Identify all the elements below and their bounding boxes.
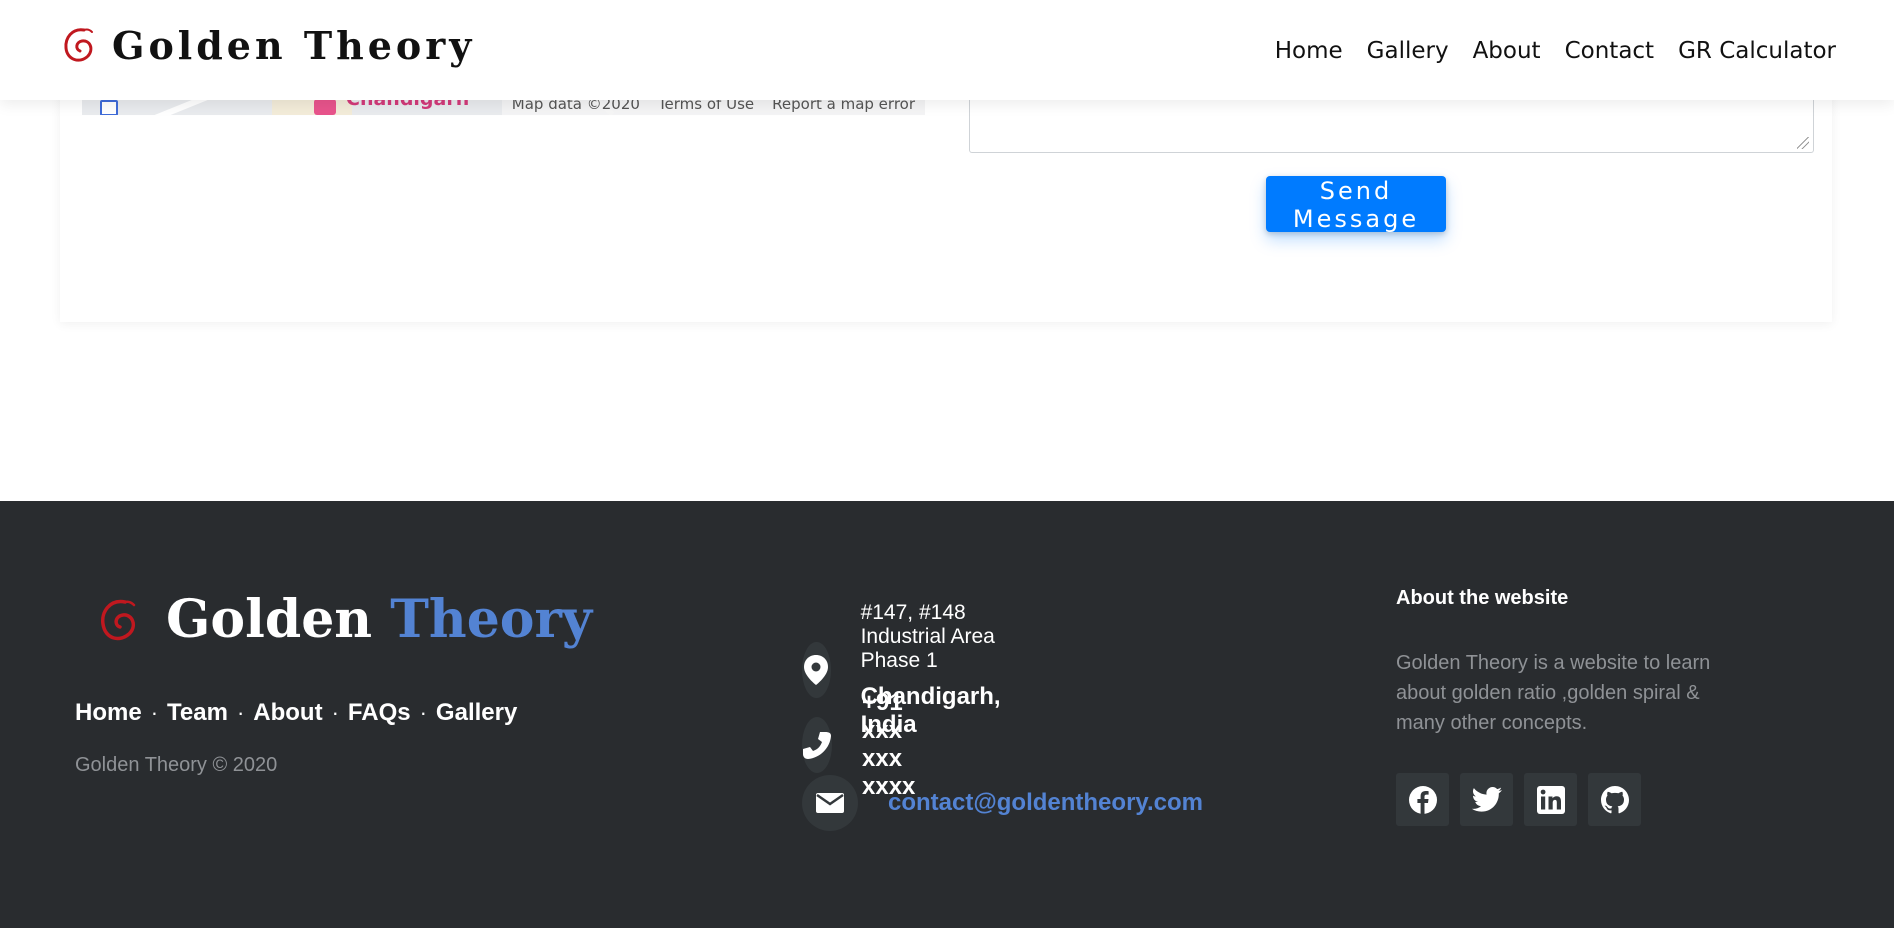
- github-button[interactable]: [1588, 773, 1641, 826]
- golden-spiral-logo-icon: [101, 599, 136, 640]
- header-brand-name: Golden Theory: [112, 22, 476, 68]
- nav-contact[interactable]: Contact: [1565, 38, 1654, 64]
- email-link[interactable]: contact@goldentheory.com: [888, 789, 1203, 816]
- main-nav: Home Gallery About Contact GR Calculator: [1275, 38, 1836, 64]
- phone-icon: [802, 717, 832, 773]
- facebook-button[interactable]: [1396, 773, 1449, 826]
- address-line-1: #147, #148 Industrial Area Phase 1: [860, 601, 995, 672]
- about-heading: About the website: [1396, 587, 1569, 609]
- footer-logo[interactable]: Golden Theory: [98, 589, 592, 650]
- site-footer: Golden Theory Home · Team · About · FAQs…: [0, 501, 1894, 928]
- footer-links: Home · Team · About · FAQs · Gallery: [75, 699, 517, 727]
- footer-link-gallery[interactable]: Gallery: [436, 699, 517, 727]
- envelope-icon: [802, 775, 858, 831]
- social-links: [1396, 773, 1641, 826]
- link-separator: ·: [419, 700, 427, 725]
- twitter-icon: [1471, 786, 1502, 812]
- footer-copyright: Golden Theory © 2020: [75, 754, 278, 776]
- footer-link-faqs[interactable]: FAQs: [348, 699, 411, 727]
- footer-link-team[interactable]: Team: [167, 699, 228, 727]
- facebook-icon: [1408, 785, 1437, 814]
- footer-brand-second: Theory: [390, 589, 593, 650]
- map-marker-icon[interactable]: [100, 100, 118, 115]
- site-header: Golden Theory Home Gallery About Contact…: [0, 0, 1894, 100]
- header-logo[interactable]: Golden Theory: [62, 22, 475, 68]
- footer-link-home[interactable]: Home: [75, 699, 142, 727]
- email-text: contact@goldentheory.com: [888, 789, 1203, 817]
- footer-link-about[interactable]: About: [253, 699, 322, 727]
- about-text: Golden Theory is a website to learn abou…: [1396, 652, 1711, 734]
- hotel-marker-icon[interactable]: [314, 99, 336, 115]
- nav-about[interactable]: About: [1473, 38, 1541, 64]
- nav-gallery[interactable]: Gallery: [1367, 38, 1449, 64]
- footer-brand-first: Golden: [166, 589, 373, 650]
- nav-home[interactable]: Home: [1275, 38, 1343, 64]
- about-website-section: About the website Golden Theory is a web…: [1396, 587, 1726, 738]
- link-separator: ·: [236, 700, 245, 725]
- linkedin-button[interactable]: [1524, 773, 1577, 826]
- github-icon: [1600, 785, 1629, 813]
- golden-spiral-logo-icon: [64, 28, 93, 62]
- linkedin-icon: [1536, 785, 1565, 814]
- send-message-button[interactable]: Send Message: [1266, 176, 1446, 233]
- link-separator: ·: [331, 700, 339, 725]
- twitter-button[interactable]: [1460, 773, 1513, 826]
- email-row: contact@goldentheory.com: [802, 775, 1203, 831]
- textarea-resize-handle[interactable]: [1797, 137, 1809, 149]
- nav-gr-calculator[interactable]: GR Calculator: [1678, 38, 1836, 64]
- link-separator: ·: [150, 700, 159, 725]
- footer-brand-name: Golden Theory: [166, 589, 592, 650]
